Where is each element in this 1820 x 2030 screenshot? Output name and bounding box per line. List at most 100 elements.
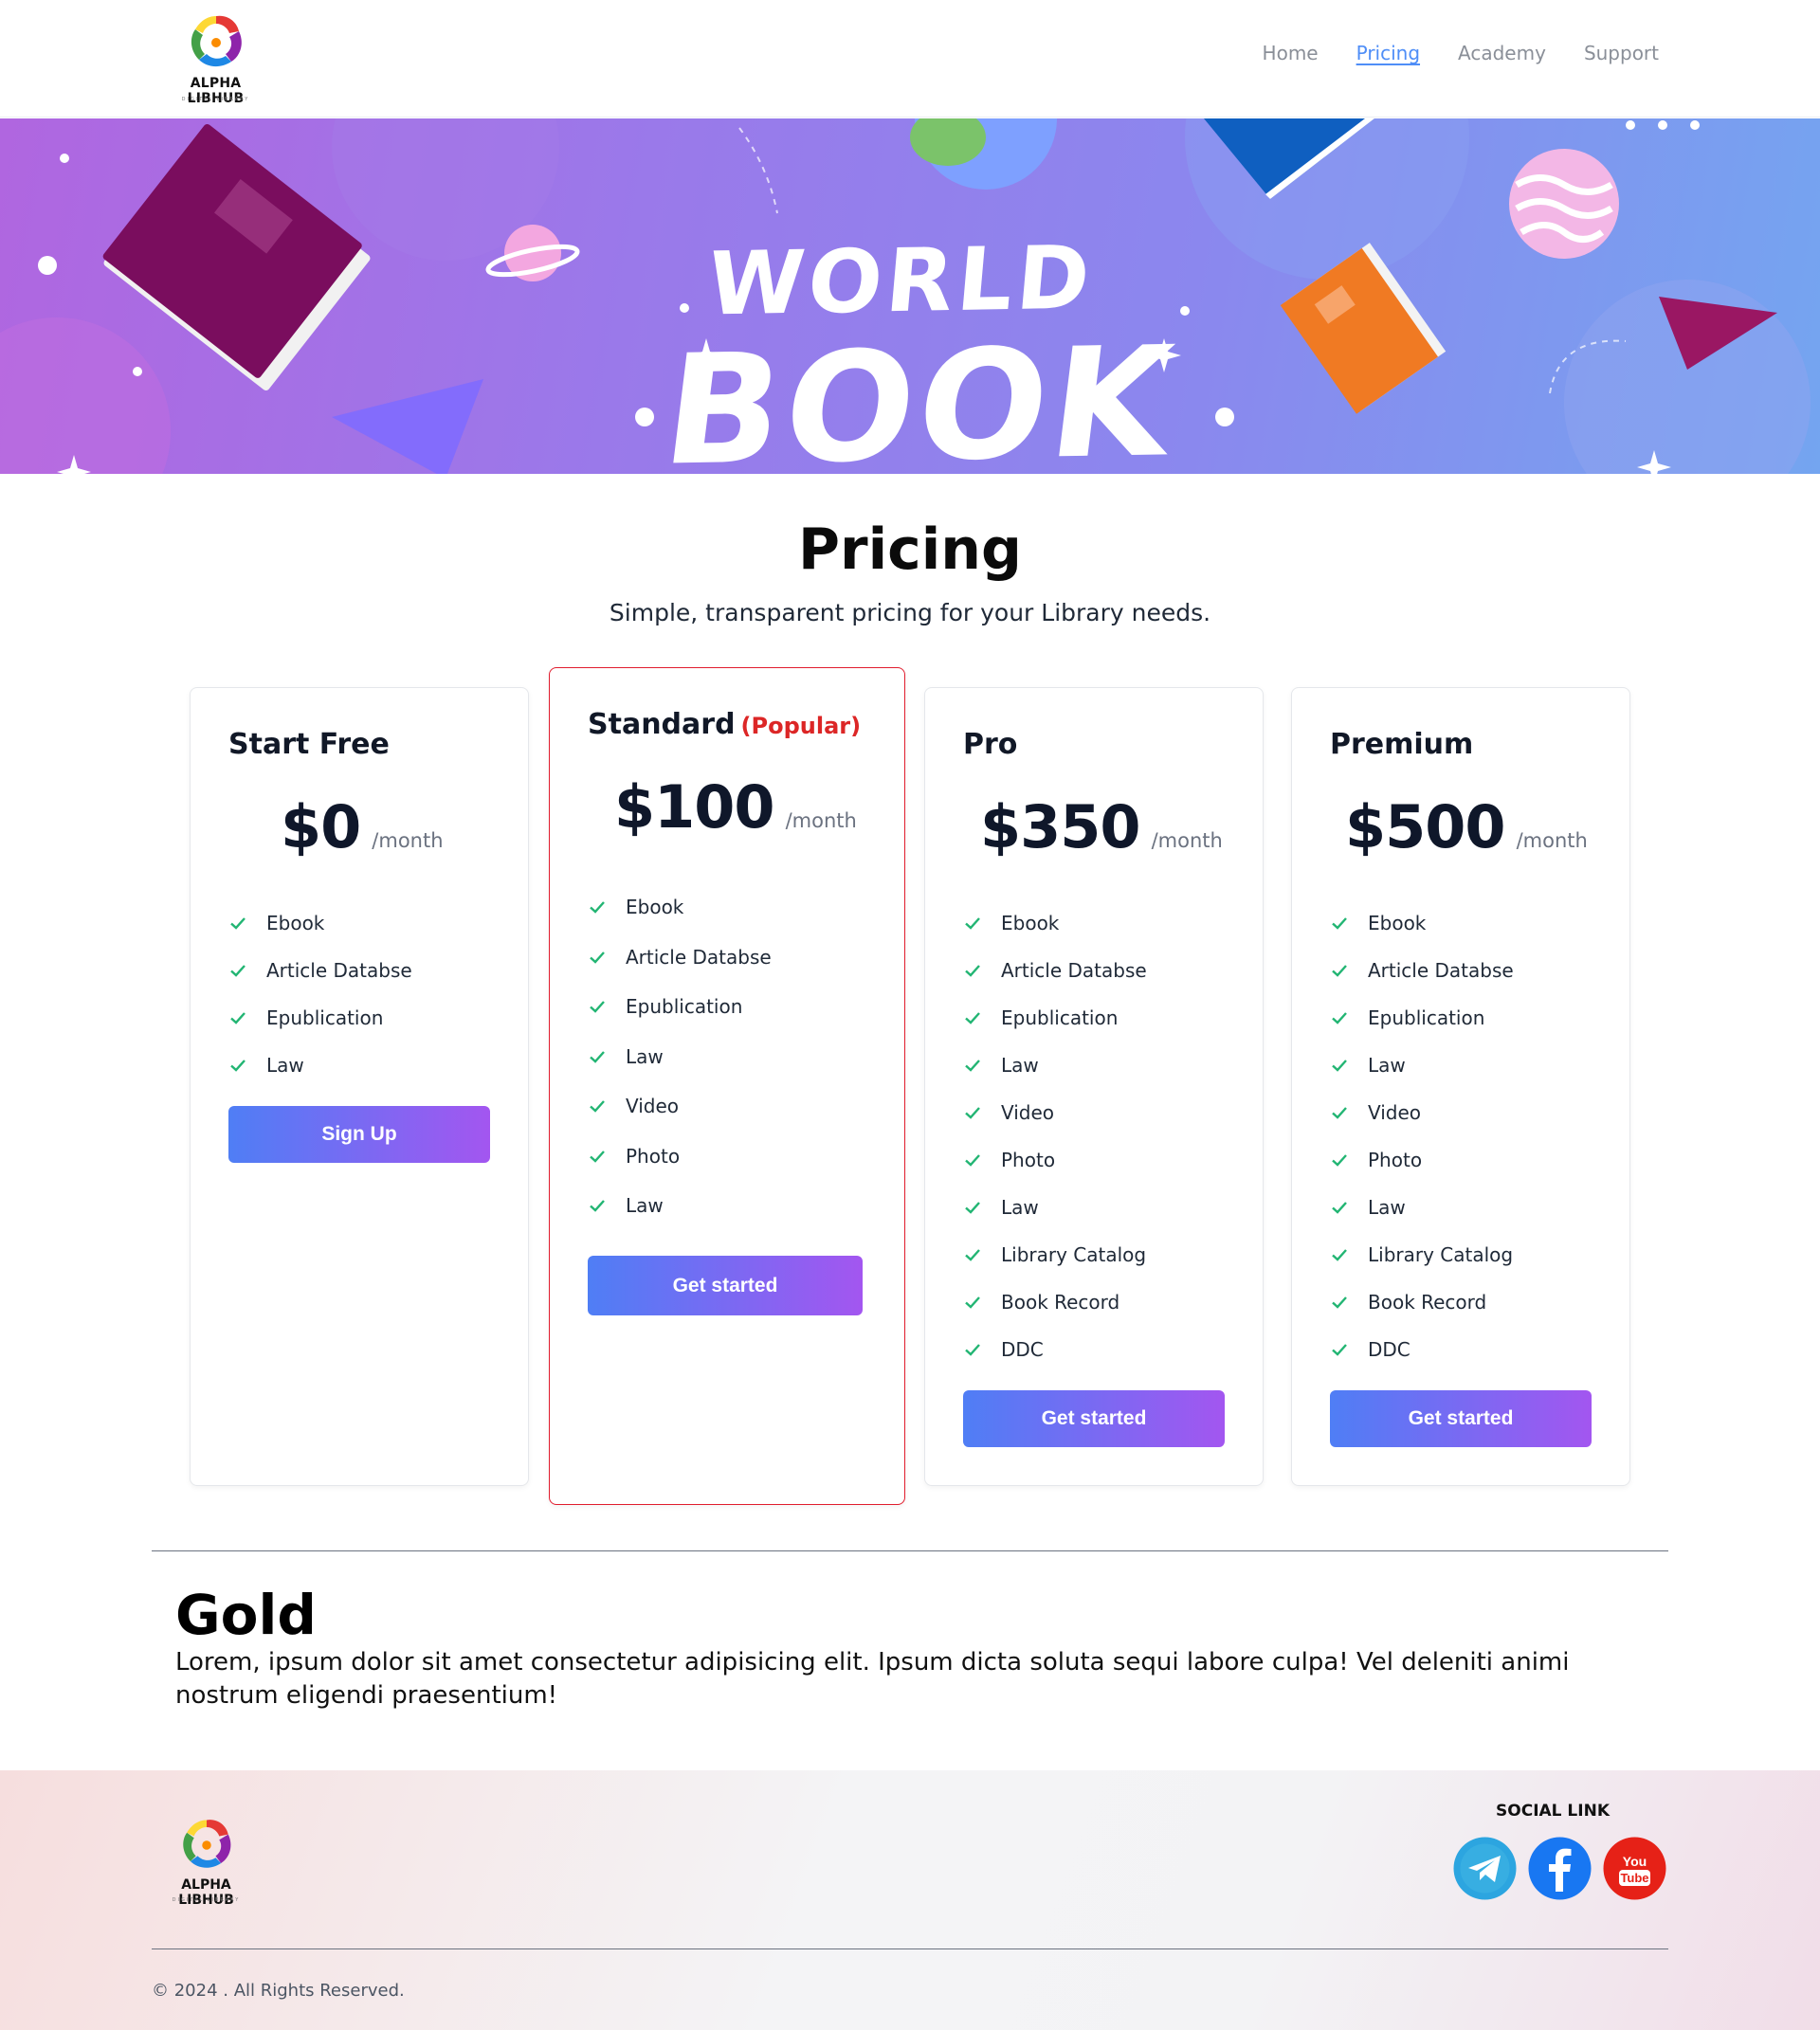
check-icon: [230, 965, 246, 977]
plan-price: $500 /month: [1345, 792, 1588, 861]
get-started-button[interactable]: Get started: [1330, 1390, 1592, 1447]
check-icon: [1332, 1296, 1347, 1309]
nav-support[interactable]: Support: [1584, 42, 1659, 64]
feature-item: Epublication: [588, 982, 772, 1032]
logo-mark-icon: [183, 1820, 231, 1868]
price-period: /month: [785, 809, 857, 832]
check-icon: [1332, 1060, 1347, 1072]
hero-banner: WORLD BOOK: [0, 118, 1820, 474]
main-nav: Home Pricing Academy Support: [1263, 42, 1659, 64]
feature-list: Ebook Article Databse Epublication Law V…: [1330, 899, 1514, 1373]
get-started-button[interactable]: Get started: [963, 1390, 1225, 1447]
gold-title: Gold: [175, 1583, 317, 1647]
telegram-icon[interactable]: [1453, 1837, 1517, 1900]
plan-name: Standard (Popular): [588, 708, 862, 741]
nav-academy[interactable]: Academy: [1458, 42, 1546, 64]
social-title: SOCIAL LINK: [1496, 1802, 1610, 1821]
brand-name: ALPHA LIBHUB: [178, 1877, 234, 1908]
footer-divider: [152, 1948, 1668, 1949]
feature-item: DDC: [1330, 1326, 1514, 1373]
check-icon: [590, 901, 605, 914]
feature-item: Ebook: [1330, 899, 1514, 947]
price-amount: $350: [980, 792, 1141, 861]
feature-list: Ebook Article Databse Epublication Law V…: [588, 882, 772, 1231]
brand-logo[interactable]: ALPHA LIBHUB DIGITAL LIBRARY: [161, 9, 275, 106]
price-amount: $500: [1345, 792, 1506, 861]
price-amount: $100: [614, 772, 775, 842]
feature-item: Photo: [1330, 1136, 1514, 1184]
feature-item: Law: [1330, 1184, 1514, 1231]
feature-item: Book Record: [963, 1278, 1147, 1326]
check-icon: [1332, 1344, 1347, 1356]
plan-name: Start Free: [228, 728, 390, 761]
feature-item: Law: [1330, 1042, 1514, 1089]
feature-item: Epublication: [1330, 994, 1514, 1042]
feature-item: Photo: [588, 1132, 772, 1182]
check-icon: [965, 1202, 980, 1214]
feature-item: Article Databse: [1330, 947, 1514, 994]
get-started-button[interactable]: Get started: [588, 1256, 863, 1315]
plan-price: $100 /month: [614, 772, 857, 842]
pricing-title: Pricing: [798, 517, 1022, 583]
plan-card-premium: Premium $500 /month Ebook Article Databs…: [1291, 687, 1630, 1486]
youtube-icon[interactable]: You Tube: [1603, 1837, 1666, 1900]
site-footer: ALPHA LIBHUB DIGITAL LIBRARY SOCIAL LINK…: [0, 1770, 1820, 2030]
check-icon: [230, 1012, 246, 1024]
check-icon: [1332, 965, 1347, 977]
price-period: /month: [1516, 829, 1588, 852]
check-icon: [965, 1060, 980, 1072]
feature-item: Law: [963, 1042, 1147, 1089]
check-icon: [590, 1150, 605, 1163]
check-icon: [1332, 1154, 1347, 1167]
site-header: ALPHA LIBHUB DIGITAL LIBRARY Home Pricin…: [0, 0, 1820, 118]
check-icon: [590, 1050, 605, 1063]
feature-item: Video: [963, 1089, 1147, 1136]
plan-card-start-free: Start Free $0 /month Ebook Article Datab…: [190, 687, 529, 1486]
check-icon: [230, 917, 246, 930]
facebook-icon[interactable]: [1528, 1837, 1592, 1900]
check-icon: [1332, 1202, 1347, 1214]
check-icon: [590, 1100, 605, 1113]
check-icon: [965, 1012, 980, 1024]
feature-item: Ebook: [588, 882, 772, 933]
svg-text:Tube: Tube: [1620, 1871, 1648, 1885]
price-period: /month: [372, 829, 444, 852]
nav-pricing[interactable]: Pricing: [1356, 42, 1420, 64]
feature-list: Ebook Article Databse Epublication Law: [228, 899, 412, 1089]
feature-item: Video: [1330, 1089, 1514, 1136]
feature-item: Epublication: [228, 994, 412, 1042]
feature-item: Ebook: [228, 899, 412, 947]
check-icon: [965, 1296, 980, 1309]
copyright: © 2024 . All Rights Reserved.: [152, 1981, 405, 2001]
feature-item: Article Databse: [588, 933, 772, 983]
plan-name: Pro: [963, 728, 1018, 761]
pricing-subtitle: Simple, transparent pricing for your Lib…: [609, 599, 1211, 626]
check-icon: [965, 1249, 980, 1261]
logo-mark-icon: [191, 15, 242, 67]
feature-item: DDC: [963, 1326, 1147, 1373]
feature-item: Law: [963, 1184, 1147, 1231]
nav-home[interactable]: Home: [1263, 42, 1319, 64]
section-divider: [152, 1550, 1668, 1551]
feature-item: Article Databse: [963, 947, 1147, 994]
feature-item: Photo: [963, 1136, 1147, 1184]
popular-badge: (Popular): [740, 713, 862, 739]
brand-tagline: DIGITAL LIBRARY: [181, 97, 250, 102]
sign-up-button[interactable]: Sign Up: [228, 1106, 490, 1163]
plan-price: $0 /month: [281, 792, 444, 861]
check-icon: [965, 1154, 980, 1167]
feature-item: Article Databse: [228, 947, 412, 994]
feature-item: Library Catalog: [1330, 1231, 1514, 1278]
check-icon: [965, 1344, 980, 1356]
check-icon: [590, 1200, 605, 1212]
check-icon: [965, 965, 980, 977]
gold-description: Lorem, ipsum dolor sit amet consectetur …: [175, 1648, 1570, 1710]
price-period: /month: [1151, 829, 1223, 852]
footer-logo[interactable]: ALPHA LIBHUB DIGITAL LIBRARY: [152, 1813, 265, 1908]
svg-text:You: You: [1623, 1854, 1647, 1869]
social-links: You Tube: [1453, 1837, 1666, 1900]
feature-item: Book Record: [1330, 1278, 1514, 1326]
feature-item: Library Catalog: [963, 1231, 1147, 1278]
feature-item: Law: [588, 1032, 772, 1082]
check-icon: [230, 1060, 246, 1072]
